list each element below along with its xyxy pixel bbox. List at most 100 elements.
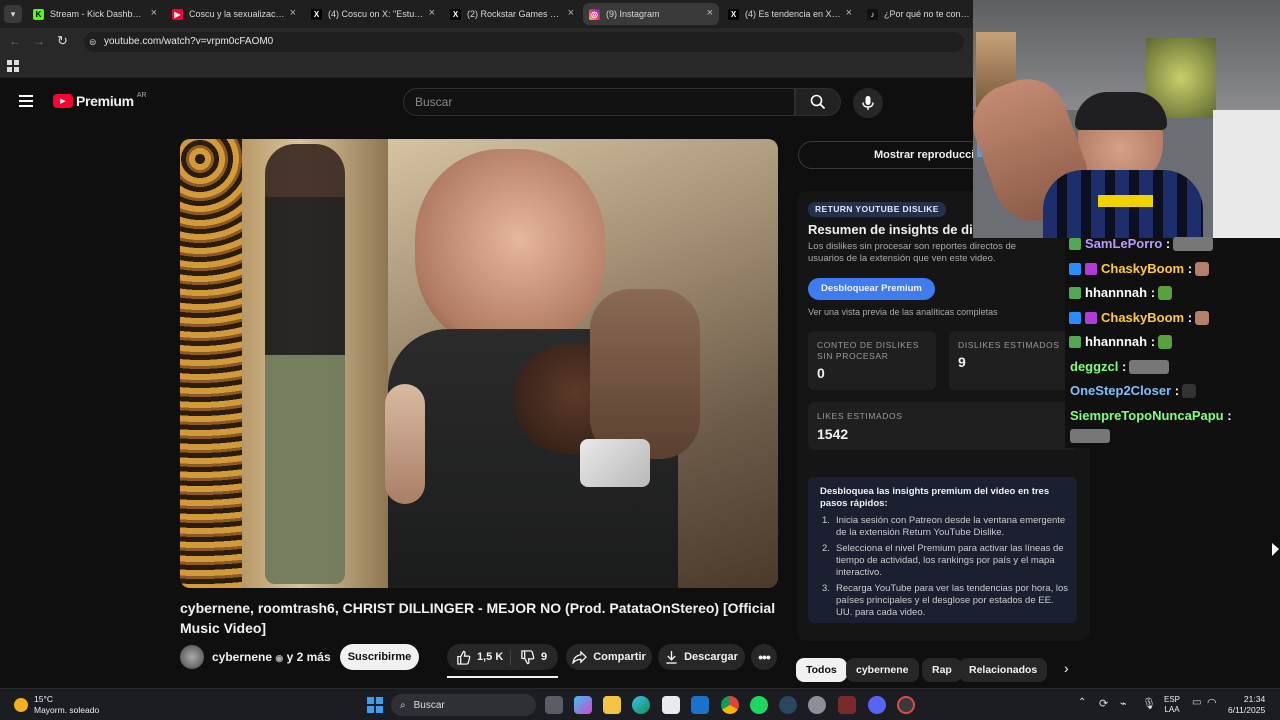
task-view-icon[interactable] bbox=[545, 696, 563, 714]
file-explorer-icon[interactable] bbox=[603, 696, 621, 714]
url-field[interactable]: ⊜ youtube.com/watch?v=vrpm0cFAOM0 bbox=[84, 32, 964, 52]
stat-label: DISLIKES ESTIMADOS bbox=[958, 340, 1060, 350]
x-icon: X bbox=[450, 8, 461, 20]
tab-instagram[interactable]: ◎ (9) Instagram × bbox=[583, 3, 719, 25]
keyboard-layout: LAA bbox=[1164, 705, 1180, 714]
tab-x-rockstar[interactable]: X (2) Rockstar Games en X: × bbox=[444, 3, 580, 25]
subscribe-button[interactable]: Suscribirme bbox=[340, 644, 419, 670]
tab-x-coscu[interactable]: X (4) Coscu on X: "Estuve vi × bbox=[305, 3, 441, 25]
tab-search-button[interactable]: ▾ bbox=[4, 5, 22, 23]
chat-username: SamLePorro bbox=[1085, 236, 1163, 251]
tab-title: ¿Por qué no te conocí ha bbox=[884, 9, 973, 19]
emote-icon bbox=[1182, 383, 1197, 398]
reload-icon[interactable]: ↻ bbox=[57, 33, 68, 49]
chip-rap[interactable]: Rap bbox=[922, 658, 962, 682]
video-frame-face bbox=[415, 149, 605, 349]
close-tab-icon[interactable]: × bbox=[707, 7, 713, 19]
microphone-icon[interactable]: 🎙 bbox=[1142, 697, 1156, 710]
tab-youtube-coscu[interactable]: ▶ Coscu y la sexualización c × bbox=[166, 3, 302, 25]
tab-title: (4) Es tendencia en X on bbox=[745, 9, 841, 19]
search-icon bbox=[810, 94, 826, 110]
dislike-button[interactable]: 9 bbox=[511, 649, 547, 665]
emote-icon bbox=[1195, 261, 1210, 276]
logo-text: Premium bbox=[76, 93, 134, 109]
tab-tiktok[interactable]: ♪ ¿Por qué no te conocí ha bbox=[861, 3, 973, 25]
apps-grid-icon[interactable] bbox=[7, 60, 19, 72]
close-tab-icon[interactable]: × bbox=[429, 7, 435, 19]
store-icon[interactable] bbox=[662, 696, 680, 714]
chat-message: SamLePorro : bbox=[1069, 236, 1214, 251]
like-button[interactable]: 1,5 K bbox=[447, 649, 511, 665]
close-tab-icon[interactable]: × bbox=[151, 7, 157, 19]
weather-widget[interactable]: 15°C Mayorm. soleado bbox=[14, 694, 99, 716]
sync-icon[interactable]: ⟳ bbox=[1099, 697, 1108, 710]
webcam-right-wall bbox=[1213, 110, 1280, 238]
clock[interactable]: 21:34 6/11/2025 bbox=[1228, 694, 1265, 716]
chips-next-button[interactable]: › bbox=[1064, 660, 1069, 676]
close-tab-icon[interactable]: × bbox=[846, 7, 852, 19]
video-title: cybernene, roomtrash6, CHRIST DILLINGER … bbox=[180, 600, 776, 636]
edge-icon[interactable] bbox=[632, 696, 650, 714]
estimated-dislikes-card: DISLIKES ESTIMADOS 9 bbox=[949, 331, 1077, 390]
steps-title: Desbloquea las insights premium del vide… bbox=[820, 486, 1050, 509]
discord-icon[interactable] bbox=[868, 696, 886, 714]
wifi-icon[interactable]: ◠ bbox=[1207, 696, 1217, 709]
step-item: 3. Recarga YouTube para ver las tendencia… bbox=[822, 583, 1072, 619]
x-icon: X bbox=[311, 8, 322, 20]
share-button[interactable]: Compartir bbox=[566, 644, 652, 670]
close-tab-icon[interactable]: × bbox=[290, 7, 296, 19]
close-tab-icon[interactable]: × bbox=[568, 7, 574, 19]
settings-gear-icon[interactable] bbox=[808, 696, 826, 714]
verified-icon: ◉ bbox=[275, 653, 284, 663]
tab-title: (4) Coscu on X: "Estuve vi bbox=[328, 9, 424, 19]
tab-kick-dashboard[interactable]: K Stream - Kick Dashboard × bbox=[27, 3, 163, 25]
stat-value: 9 bbox=[958, 354, 966, 370]
chip-todos[interactable]: Todos bbox=[796, 658, 847, 682]
chevron-up-icon[interactable]: ⌃ bbox=[1078, 697, 1086, 708]
like-dislike-group: 1,5 K 9 bbox=[447, 644, 558, 670]
emote-icon bbox=[1070, 429, 1110, 443]
preview-analytics-link[interactable]: Ver una vista previa de las analíticas c… bbox=[808, 307, 998, 317]
chrome-icon[interactable] bbox=[721, 696, 739, 714]
more-horizontal-icon: ••• bbox=[758, 649, 771, 665]
start-button[interactable] bbox=[367, 697, 383, 713]
step-item: 2. Selecciona el nivel Premium para activ… bbox=[822, 543, 1072, 579]
video-player[interactable] bbox=[180, 139, 778, 588]
spotify-icon[interactable] bbox=[750, 696, 768, 714]
chip-cybernene[interactable]: cybernene bbox=[846, 658, 919, 682]
emote-icon bbox=[1195, 310, 1210, 325]
forward-icon[interactable]: → bbox=[33, 34, 45, 48]
ryd-badge: RETURN YOUTUBE DISLIKE bbox=[808, 202, 946, 217]
chat-message: ChaskyBoom : bbox=[1069, 261, 1210, 276]
channel-name[interactable]: cybernene ◉ y 2 más bbox=[212, 650, 331, 664]
voice-search-button[interactable] bbox=[853, 88, 883, 118]
search-input[interactable]: Buscar bbox=[403, 88, 795, 116]
raw-dislikes-card: CONTEO DE DISLIKES SIN PROCESAR 0 bbox=[808, 331, 936, 390]
steam-icon[interactable] bbox=[779, 696, 797, 714]
youtube-premium-logo[interactable]: ▶ Premium AR bbox=[53, 92, 147, 109]
outlook-icon[interactable] bbox=[691, 696, 709, 714]
chat-message: hhannnah : bbox=[1069, 285, 1173, 300]
search-button[interactable] bbox=[795, 88, 841, 116]
channel-avatar[interactable] bbox=[180, 645, 204, 669]
chat-username: ChaskyBoom bbox=[1101, 261, 1185, 276]
chevron-right-icon: › bbox=[1064, 660, 1069, 676]
share-label: Compartir bbox=[593, 651, 646, 663]
obs-icon[interactable] bbox=[838, 696, 856, 714]
app-icon[interactable] bbox=[897, 696, 915, 714]
unlock-premium-button[interactable]: Desbloquear Premium bbox=[808, 278, 935, 300]
display-icon[interactable]: ▭ bbox=[1192, 697, 1201, 708]
more-actions-button[interactable]: ••• bbox=[751, 644, 777, 670]
taskbar-search[interactable]: ⌕ Buscar bbox=[391, 694, 536, 716]
download-button[interactable]: Descargar bbox=[658, 644, 745, 670]
back-icon[interactable]: ← bbox=[9, 34, 21, 48]
site-info-icon[interactable]: ⊜ bbox=[89, 32, 97, 52]
menu-icon[interactable] bbox=[19, 95, 33, 107]
network-icon[interactable]: ⌁ bbox=[1120, 697, 1127, 710]
language-indicator[interactable]: ESP LAA bbox=[1164, 695, 1180, 715]
webcam-person-cap bbox=[1075, 92, 1167, 130]
stat-label: LIKES ESTIMADOS bbox=[817, 411, 903, 421]
tab-x-tendencia[interactable]: X (4) Es tendencia en X on × bbox=[722, 3, 858, 25]
chip-relacionados[interactable]: Relacionados bbox=[959, 658, 1048, 682]
copilot-icon[interactable] bbox=[574, 696, 592, 714]
